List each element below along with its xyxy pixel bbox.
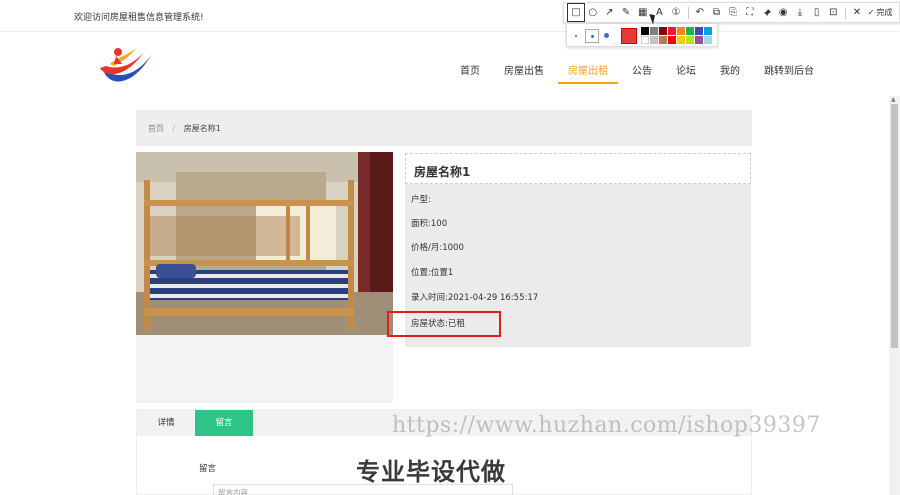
nav-admin[interactable]: 跳转到后台 bbox=[754, 62, 824, 84]
tab-comments[interactable]: 留言 bbox=[195, 410, 253, 436]
field-label: 价格/月: bbox=[411, 243, 443, 253]
pin-icon bbox=[762, 8, 771, 17]
house-photo-column bbox=[136, 152, 393, 403]
breadcrumb-separator: / bbox=[172, 124, 176, 133]
crop-icon[interactable]: ⧉ bbox=[709, 4, 725, 21]
nav-announcement[interactable]: 公告 bbox=[622, 62, 662, 84]
rectangle-icon[interactable]: □ bbox=[567, 3, 585, 22]
tab-details[interactable]: 详情 bbox=[137, 410, 195, 436]
color-swatch[interactable] bbox=[641, 36, 649, 44]
color-swatch[interactable] bbox=[650, 27, 658, 35]
color-swatch[interactable] bbox=[668, 27, 676, 35]
welcome-text: 欢迎访问房屋租售信息管理系统! bbox=[74, 13, 204, 23]
color-swatch[interactable] bbox=[650, 36, 658, 44]
nav-home[interactable]: 首页 bbox=[450, 62, 490, 84]
comment-label: 留言 bbox=[199, 464, 217, 474]
scroll-up-icon[interactable]: ▲ bbox=[891, 96, 896, 103]
field-area: 面积:100 bbox=[411, 217, 447, 229]
house-title-box: 房屋名称1 bbox=[405, 153, 751, 184]
color-swatch[interactable] bbox=[677, 36, 685, 44]
toolbar-divider bbox=[845, 6, 846, 19]
field-layout: 户型: bbox=[411, 193, 431, 205]
record-icon[interactable]: ◉ bbox=[775, 4, 791, 21]
color-swatch[interactable] bbox=[704, 27, 712, 35]
check-icon: ✓ bbox=[867, 8, 875, 17]
current-color-swatch[interactable] bbox=[621, 28, 637, 44]
field-value: 位置1 bbox=[430, 268, 454, 278]
site-logo[interactable] bbox=[96, 42, 154, 88]
color-palette bbox=[566, 23, 718, 47]
color-swatch[interactable] bbox=[668, 36, 676, 44]
page-scrollbar[interactable]: ▲ bbox=[889, 96, 900, 495]
number-icon[interactable]: ① bbox=[668, 4, 684, 21]
ellipse-icon[interactable]: ○ bbox=[585, 4, 601, 21]
watermark-slogan: 专业毕设代做 bbox=[356, 458, 506, 486]
annotation-highlight-box[interactable] bbox=[387, 311, 501, 337]
color-swatch[interactable] bbox=[659, 27, 667, 35]
large-size-dot[interactable] bbox=[604, 33, 609, 38]
field-label: 录入时间: bbox=[411, 293, 448, 303]
field-value: 100 bbox=[430, 219, 448, 229]
save-icon[interactable]: ⊡ bbox=[825, 4, 841, 21]
nav-mine[interactable]: 我的 bbox=[710, 62, 750, 84]
toolbar-divider bbox=[687, 6, 689, 19]
nav-house-rent[interactable]: 房屋出租 bbox=[558, 62, 618, 84]
color-swatch[interactable] bbox=[659, 36, 667, 44]
color-swatch[interactable] bbox=[695, 27, 703, 35]
house-title: 房屋名称1 bbox=[414, 165, 471, 179]
field-value: 2021-04-29 16:55:17 bbox=[447, 293, 539, 303]
color-swatch[interactable] bbox=[641, 27, 649, 35]
done-button[interactable]: ✓ 完成 bbox=[868, 7, 893, 18]
nav-forum[interactable]: 论坛 bbox=[666, 62, 706, 84]
breadcrumb: 首页 / 房屋名称1 bbox=[136, 110, 752, 146]
scan-icon[interactable]: ⛶ bbox=[742, 4, 758, 21]
small-size-dot[interactable] bbox=[575, 35, 577, 37]
undo-icon[interactable]: ↶ bbox=[692, 4, 708, 21]
color-swatch[interactable] bbox=[686, 27, 694, 35]
breadcrumb-current: 房屋名称1 bbox=[183, 124, 221, 133]
watermark-url: https://www.huzhan.com/ishop39397 bbox=[392, 413, 821, 438]
download-icon[interactable]: ⤓ bbox=[792, 4, 808, 21]
field-entry-time: 录入时间:2021-04-29 16:55:17 bbox=[411, 291, 538, 303]
done-label: 完成 bbox=[876, 8, 893, 17]
field-price: 价格/月:1000 bbox=[411, 241, 464, 253]
field-location: 位置:位置1 bbox=[411, 266, 453, 278]
field-value: 1000 bbox=[442, 243, 464, 253]
color-swatch[interactable] bbox=[704, 36, 712, 44]
main-nav: 首页 房屋出售 房屋出租 公告 论坛 我的 跳转到后台 bbox=[450, 62, 828, 84]
color-swatch[interactable] bbox=[686, 36, 694, 44]
medium-size-dot bbox=[591, 35, 594, 38]
field-label: 户型: bbox=[411, 195, 431, 205]
color-swatch-grid bbox=[641, 27, 712, 44]
house-photo[interactable] bbox=[136, 152, 393, 335]
nav-house-sale[interactable]: 房屋出售 bbox=[494, 62, 554, 84]
color-swatch[interactable] bbox=[695, 36, 703, 44]
field-label: 面积: bbox=[411, 219, 431, 229]
pin-icon[interactable] bbox=[759, 4, 775, 21]
ocr-icon[interactable]: ⎘ bbox=[725, 4, 741, 21]
screenshot-toolbar: □ ○ ↗ ✎ ▦ A ① ↶ ⧉ ⎘ ⛶ ◉ ⤓ ▯ ⊡ ✕ ✓ 完成 bbox=[563, 2, 900, 23]
close-icon[interactable]: ✕ bbox=[849, 4, 865, 21]
phone-icon[interactable]: ▯ bbox=[809, 4, 825, 21]
mosaic-icon[interactable]: ▦ bbox=[635, 4, 651, 21]
arrow-icon[interactable]: ↗ bbox=[601, 4, 617, 21]
medium-size-option[interactable] bbox=[585, 29, 599, 43]
breadcrumb-home[interactable]: 首页 bbox=[148, 124, 164, 133]
scroll-thumb[interactable] bbox=[891, 104, 898, 348]
color-swatch[interactable] bbox=[677, 27, 685, 35]
field-label: 位置: bbox=[411, 268, 431, 278]
pen-icon[interactable]: ✎ bbox=[618, 4, 634, 21]
